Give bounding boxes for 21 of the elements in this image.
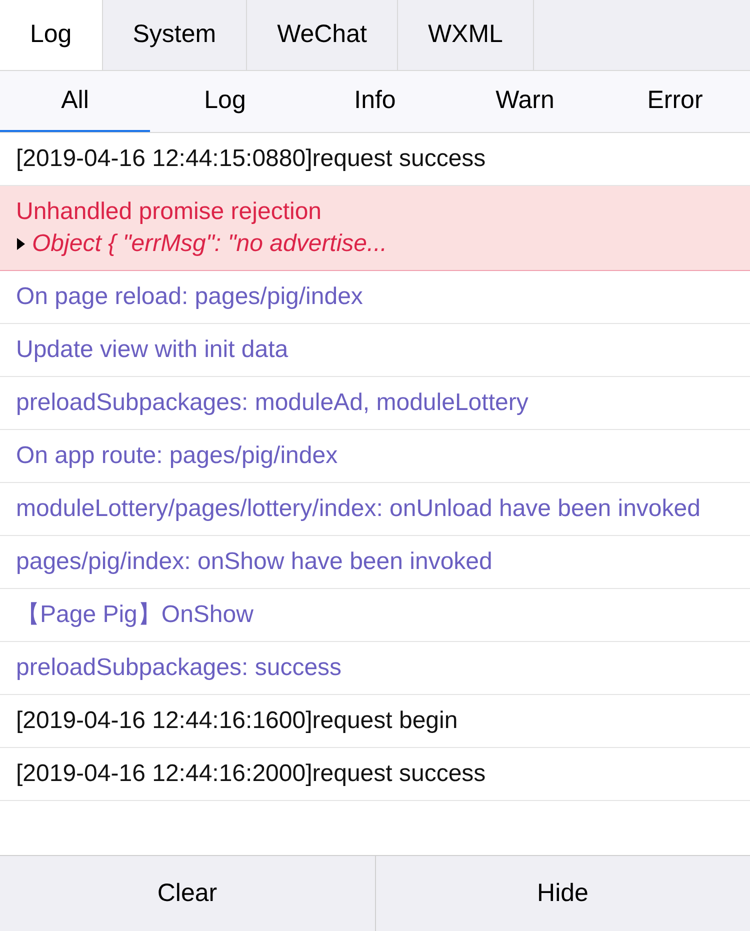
log-text: [2019-04-16 12:44:16:2000]request success	[16, 759, 487, 789]
log-object-preview[interactable]: Object { "errMsg": "no advertise...	[32, 228, 388, 260]
log-text: moduleLottery/pages/lottery/index: onUnload have been invoked	[16, 494, 702, 524]
log-text: On page reload: pages/pig/index	[16, 282, 364, 312]
filter-tab[interactable]: Error	[600, 71, 750, 132]
log-text: [2019-04-16 12:44:16:1600]request begin	[16, 706, 459, 736]
filter-tab[interactable]: Info	[300, 71, 450, 132]
log-text: 【Page Pig】OnShow	[16, 600, 254, 630]
tab[interactable]: Log	[0, 0, 103, 70]
footer-button[interactable]: Clear	[0, 856, 374, 931]
footer-button[interactable]: Hide	[374, 856, 750, 931]
log-text: pages/pig/index: onShow have been invoked	[16, 547, 494, 577]
log-text: [2019-04-16 12:44:15:0880]request success	[16, 144, 487, 174]
log-text: preloadSubpackages: moduleAd, moduleLottery	[16, 388, 530, 418]
expand-triangle-icon[interactable]	[16, 237, 26, 251]
log-text: Unhandled promise rejection	[16, 197, 323, 227]
filter-tab[interactable]: Log	[150, 71, 300, 132]
filter-tab[interactable]: Warn	[450, 71, 600, 132]
log-text: preloadSubpackages: success	[16, 653, 343, 683]
log-text: On app route: pages/pig/index	[16, 441, 339, 471]
log-text: Update view with init data	[16, 335, 290, 365]
